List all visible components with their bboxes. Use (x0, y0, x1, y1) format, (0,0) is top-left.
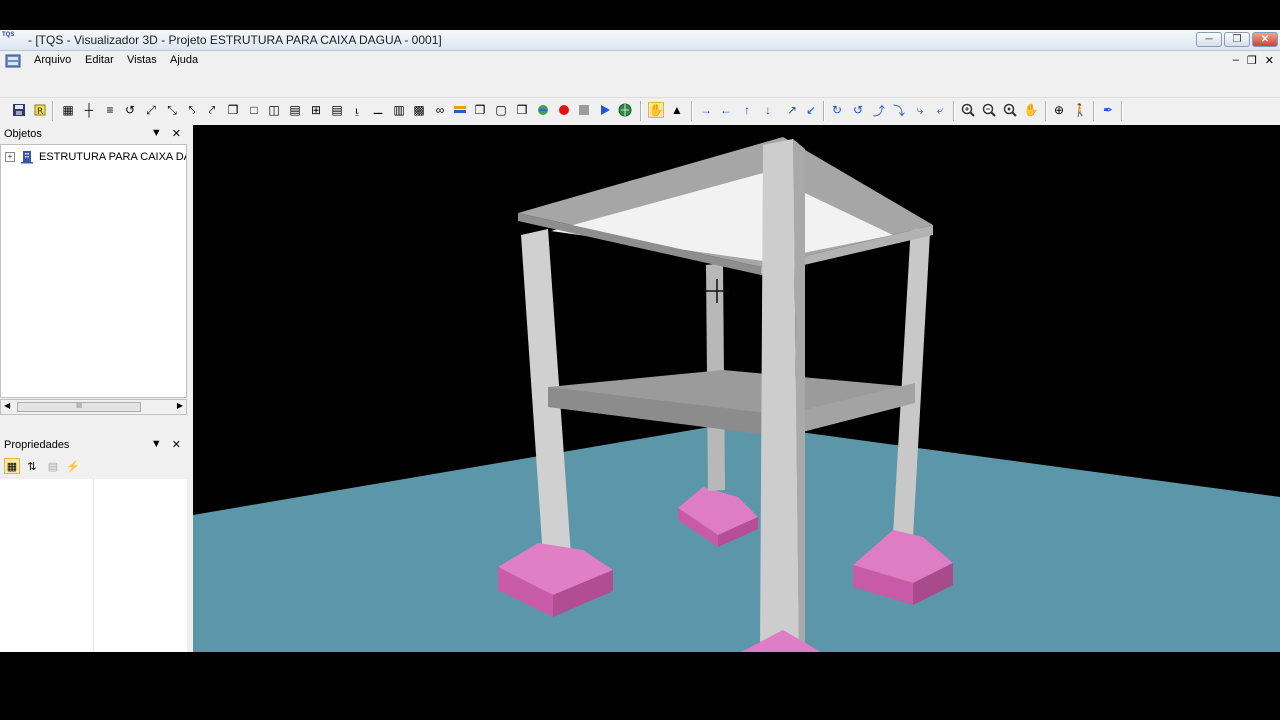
save-icon[interactable] (11, 102, 27, 118)
properties-panel-dropdown-icon[interactable]: ▼ (151, 438, 162, 451)
mdi-minimize-button[interactable]: – (1233, 54, 1239, 67)
arrow-down-icon[interactable]: ↓ (760, 102, 776, 118)
properties-toolbar: ▦ ⇅ ▤ ⚡ (0, 455, 187, 479)
edit-pen-icon[interactable]: ✒ (1100, 102, 1116, 118)
objects-panel-header: Objetos ▼ ✕ (0, 125, 187, 145)
globe-icon[interactable] (617, 102, 633, 118)
building-icon[interactable]: ▲ (669, 102, 685, 118)
play-icon[interactable] (597, 102, 613, 118)
properties-panel: Propriedades ▼ ✕ ▦ ⇅ ▤ ⚡ (0, 436, 187, 652)
alphabetical-sort-icon[interactable]: ⇅ (24, 458, 40, 474)
scroll-thumb[interactable]: III (17, 402, 141, 412)
box-outline-icon[interactable]: ▢ (493, 102, 509, 118)
objects-tree[interactable]: + ESTRUTURA PARA CAIXA DAGUA (0, 144, 187, 398)
title-bar: TQS - [TQS - Visualizador 3D - Projeto E… (0, 30, 1280, 51)
copy-view-icon[interactable]: ❐ (225, 102, 241, 118)
zoom-in-icon[interactable] (960, 102, 976, 118)
axis-rotate-icon[interactable]: ↺ (122, 102, 138, 118)
beam-icon[interactable]: ⍸ (349, 102, 365, 118)
menu-vistas[interactable]: Vistas (127, 54, 157, 66)
pan-hand-icon[interactable]: ✋ (1023, 102, 1039, 118)
objects-panel-title: Objetos (4, 128, 42, 140)
categorized-icon[interactable]: ▦ (4, 458, 20, 474)
tree-root-item[interactable]: + ESTRUTURA PARA CAIXA DAGUA (5, 150, 186, 164)
properties-panel-title: Propriedades (4, 439, 70, 451)
scroll-left-arrow-icon[interactable]: ◀ (4, 401, 10, 410)
mdi-close-button[interactable]: ✕ (1265, 54, 1274, 67)
3d-viewport[interactable] (193, 125, 1280, 652)
target-icon[interactable]: ⊕ (1051, 102, 1067, 118)
menu-editar[interactable]: Editar (85, 54, 114, 66)
axis-z-icon[interactable]: ⤤ (204, 102, 220, 118)
menu-ajuda[interactable]: Ajuda (170, 54, 198, 66)
split-vertical-icon[interactable]: ◫ (266, 102, 282, 118)
building-icon (21, 151, 33, 164)
arrow-left-icon[interactable]: ← (718, 102, 734, 118)
box-icon[interactable]: ❐ (472, 102, 488, 118)
grid-four-icon[interactable]: ⊞ (308, 102, 324, 118)
objects-horizontal-scrollbar[interactable]: ◀ III ▶ (0, 399, 187, 415)
orbit-left-icon[interactable]: ⤶ (932, 102, 948, 118)
single-frame-icon[interactable]: □ (246, 102, 262, 118)
app-icon[interactable]: TQS (2, 32, 18, 47)
events-icon[interactable]: ⚡ (65, 458, 81, 474)
document-icon[interactable] (4, 53, 22, 69)
properties-panel-header: Propriedades ▼ ✕ (0, 436, 187, 456)
properties-panel-close-icon[interactable]: ✕ (172, 438, 181, 451)
slab-icon[interactable]: ▤ (329, 102, 345, 118)
zoom-out-icon[interactable] (981, 102, 997, 118)
tilt-up-icon[interactable]: ⤴ (871, 102, 887, 118)
split-horizontal-icon[interactable]: ▤ (287, 102, 303, 118)
axis-y-icon[interactable]: ⤣ (184, 102, 200, 118)
scroll-right-arrow-icon[interactable]: ▶ (177, 401, 183, 410)
rotate-right-icon[interactable]: ↻ (829, 102, 845, 118)
3d-structure-scene (193, 125, 1280, 652)
render-icon[interactable]: R (32, 102, 48, 118)
walk-icon[interactable]: 🚶 (1072, 102, 1088, 118)
zoom-extents-icon[interactable] (1002, 102, 1018, 118)
tree-root-label: ESTRUTURA PARA CAIXA DAGUA (39, 151, 186, 163)
hand-select-icon[interactable]: ✋ (648, 102, 664, 118)
structure-view-icon[interactable]: ▦ (60, 102, 76, 118)
minimize-button[interactable]: ─ (1196, 32, 1222, 47)
floor-icon[interactable]: ⚊ (370, 102, 386, 118)
menu-arquivo[interactable]: Arquivo (34, 54, 71, 66)
window-title: - [TQS - Visualizador 3D - Projeto ESTRU… (28, 33, 442, 47)
orbit-right-icon[interactable]: ⤷ (912, 102, 928, 118)
beam-view-icon[interactable]: ≡ (102, 102, 118, 118)
rotate-left-icon[interactable]: ↺ (850, 102, 866, 118)
layer-color-icon[interactable] (452, 102, 468, 118)
arrow-right-icon[interactable]: → (698, 102, 714, 118)
arrow-up-icon[interactable]: ↑ (739, 102, 755, 118)
tree-expand-icon[interactable]: + (5, 152, 15, 162)
menu-bar: Arquivo Editar Vistas Ajuda – ❐ ✕ (0, 51, 1280, 71)
svg-text:R: R (37, 107, 43, 117)
cube-icon[interactable]: ❒ (514, 102, 530, 118)
mdi-restore-button[interactable]: ❐ (1247, 54, 1257, 67)
column-front (760, 139, 799, 650)
stairs-icon[interactable]: ▥ (391, 102, 407, 118)
record-icon[interactable] (556, 102, 572, 118)
left-dock-panel: Objetos ▼ ✕ + ESTRUTURA PARA CAIXA DAGUA… (0, 125, 190, 652)
property-grid[interactable] (0, 479, 187, 652)
close-button[interactable]: ✕ (1252, 32, 1278, 47)
axis-x-icon[interactable]: ⤡ (164, 102, 180, 118)
objects-panel-close-icon[interactable]: ✕ (172, 127, 181, 140)
property-pages-icon[interactable]: ▤ (45, 458, 61, 474)
objects-panel-dropdown-icon[interactable]: ▼ (151, 127, 162, 140)
stop-icon[interactable] (576, 102, 592, 118)
wall-icon[interactable]: ▩ (411, 102, 427, 118)
link-icon[interactable]: ∞ (432, 102, 448, 118)
toolbar: R ▦ ┼ ≡ ↺ ⤢ ⤡ ⤣ ⤤ ❐ □ ◫ ▤ ⊞ ▤ ⍸ ⚊ ▥ ▩ ∞ … (0, 97, 1280, 124)
tilt-down-icon[interactable]: ⤵ (891, 102, 907, 118)
restore-button[interactable]: ❐ (1224, 32, 1250, 47)
axis-move-icon[interactable]: ⤢ (143, 102, 159, 118)
column-view-icon[interactable]: ┼ (81, 102, 97, 118)
arrow-diagonal-up-icon[interactable]: ↗ (784, 102, 800, 118)
globe-layers-icon[interactable] (535, 102, 551, 118)
arrow-diagonal-down-icon[interactable]: ↙ (803, 102, 819, 118)
application-window: TQS - [TQS - Visualizador 3D - Projeto E… (0, 30, 1280, 652)
